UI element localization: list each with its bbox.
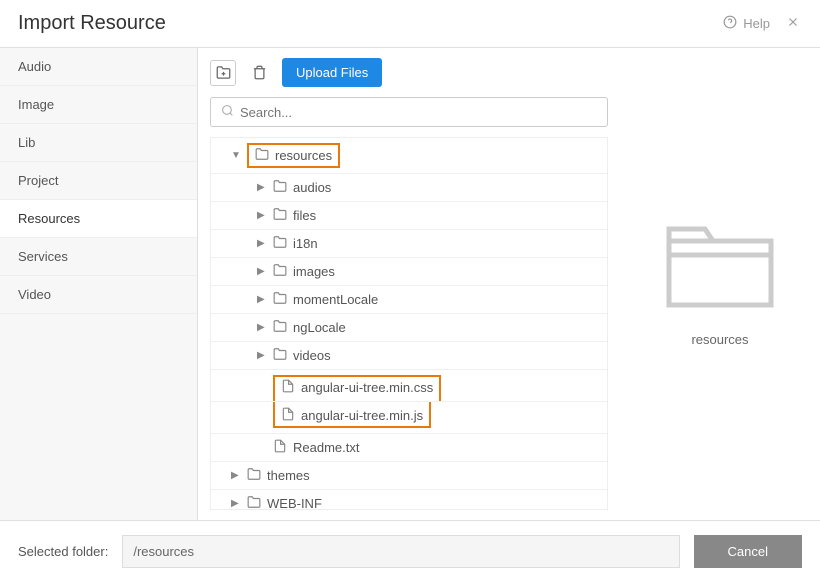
preview-label: resources: [691, 332, 748, 347]
folder-icon: [273, 291, 287, 308]
trash-icon: [252, 65, 267, 80]
tree-item-label: audios: [293, 180, 331, 195]
sidebar-item-lib[interactable]: Lib: [0, 124, 197, 162]
highlighted-item: resources: [247, 143, 340, 168]
tree-row[interactable]: angular-ui-tree.min.css: [211, 370, 607, 402]
tree-row[interactable]: ▶ audios: [211, 174, 607, 202]
tree-row[interactable]: ▶ ngLocale: [211, 314, 607, 342]
chevron-right-icon[interactable]: ▶: [257, 294, 267, 305]
dialog-header: Import Resource Help: [0, 0, 820, 48]
file-icon: [281, 379, 295, 396]
tree-item-label: videos: [293, 348, 331, 363]
sidebar-item-video[interactable]: Video: [0, 276, 197, 314]
tree-item-label: Readme.txt: [293, 440, 359, 455]
chevron-right-icon[interactable]: ▶: [257, 210, 267, 221]
chevron-right-icon[interactable]: ▶: [257, 182, 267, 193]
folder-icon: [273, 207, 287, 224]
search-box[interactable]: [210, 97, 608, 127]
tree-row[interactable]: ▶ images: [211, 258, 607, 286]
tree-row[interactable]: ▶ files: [211, 202, 607, 230]
main-area: AudioImageLibProjectResourcesServicesVid…: [0, 48, 820, 520]
tree-item-label: themes: [267, 468, 310, 483]
search-icon: [221, 104, 234, 120]
tree-item-label: i18n: [293, 236, 318, 251]
help-label: Help: [743, 16, 770, 31]
folder-icon: [273, 235, 287, 252]
tree-row[interactable]: ▼ resources: [211, 138, 607, 174]
sidebar-item-image[interactable]: Image: [0, 86, 197, 124]
tree-item-label: images: [293, 264, 335, 279]
folder-icon: [273, 179, 287, 196]
chevron-right-icon[interactable]: ▶: [257, 322, 267, 333]
chevron-right-icon[interactable]: ▶: [231, 498, 241, 509]
tree-row[interactable]: ▶ WEB-INF: [211, 490, 607, 510]
selected-folder-label: Selected folder:: [18, 544, 108, 559]
sidebar-item-resources[interactable]: Resources: [0, 200, 197, 238]
tree-row[interactable]: Readme.txt: [211, 434, 607, 462]
new-folder-button[interactable]: [210, 60, 236, 86]
tree-item-label: angular-ui-tree.min.css: [301, 380, 433, 395]
tree-item-label: momentLocale: [293, 292, 378, 307]
search-input[interactable]: [240, 105, 597, 120]
upload-files-button[interactable]: Upload Files: [282, 58, 382, 87]
chevron-right-icon[interactable]: ▶: [231, 470, 241, 481]
tree-row[interactable]: ▶ momentLocale: [211, 286, 607, 314]
tree-row[interactable]: ▶ themes: [211, 462, 607, 490]
chevron-right-icon[interactable]: ▶: [257, 266, 267, 277]
toolbar: Upload Files: [210, 58, 608, 87]
tree-item-label: ngLocale: [293, 320, 346, 335]
highlighted-item: angular-ui-tree.min.css: [273, 375, 441, 401]
file-browser: Upload Files ▼ resources ▶ audios ▶ files ▶ i18…: [198, 48, 620, 520]
file-icon: [281, 407, 295, 424]
sidebar-item-services[interactable]: Services: [0, 238, 197, 276]
tree-row[interactable]: ▶ videos: [211, 342, 607, 370]
tree-item-label: files: [293, 208, 316, 223]
dialog-title: Import Resource: [18, 12, 166, 35]
selected-folder-path[interactable]: [122, 535, 679, 568]
folder-icon: [273, 319, 287, 336]
chevron-right-icon[interactable]: ▶: [257, 238, 267, 249]
file-icon: [273, 439, 287, 456]
chevron-right-icon[interactable]: ▶: [257, 350, 267, 361]
highlighted-item: angular-ui-tree.min.js: [273, 402, 431, 428]
tree-row[interactable]: angular-ui-tree.min.js: [211, 402, 607, 434]
help-icon: [723, 15, 737, 32]
close-icon: [786, 15, 800, 29]
delete-button[interactable]: [246, 60, 272, 86]
folder-icon: [273, 263, 287, 280]
folder-icon: [255, 147, 269, 164]
tree-row[interactable]: ▶ i18n: [211, 230, 607, 258]
help-link[interactable]: Help: [723, 15, 770, 32]
file-tree: ▼ resources ▶ audios ▶ files ▶ i18n ▶ images ▶ mome…: [210, 137, 608, 510]
dialog-footer: Selected folder: Cancel: [0, 520, 820, 582]
sidebar-item-project[interactable]: Project: [0, 162, 197, 200]
tree-item-label: angular-ui-tree.min.js: [301, 408, 423, 423]
category-sidebar: AudioImageLibProjectResourcesServicesVid…: [0, 48, 198, 520]
folder-icon: [273, 347, 287, 364]
sidebar-item-audio[interactable]: Audio: [0, 48, 197, 86]
header-actions: Help: [723, 13, 802, 34]
tree-item-label: WEB-INF: [267, 496, 322, 510]
preview-panel: resources: [620, 48, 820, 520]
folder-icon: [247, 495, 261, 510]
close-button[interactable]: [784, 13, 802, 34]
chevron-down-icon[interactable]: ▼: [231, 150, 241, 161]
folder-icon: [247, 467, 261, 484]
folder-preview-icon: [665, 221, 775, 312]
new-folder-icon: [216, 65, 231, 80]
tree-item-label: resources: [275, 148, 332, 163]
cancel-button[interactable]: Cancel: [694, 535, 802, 568]
